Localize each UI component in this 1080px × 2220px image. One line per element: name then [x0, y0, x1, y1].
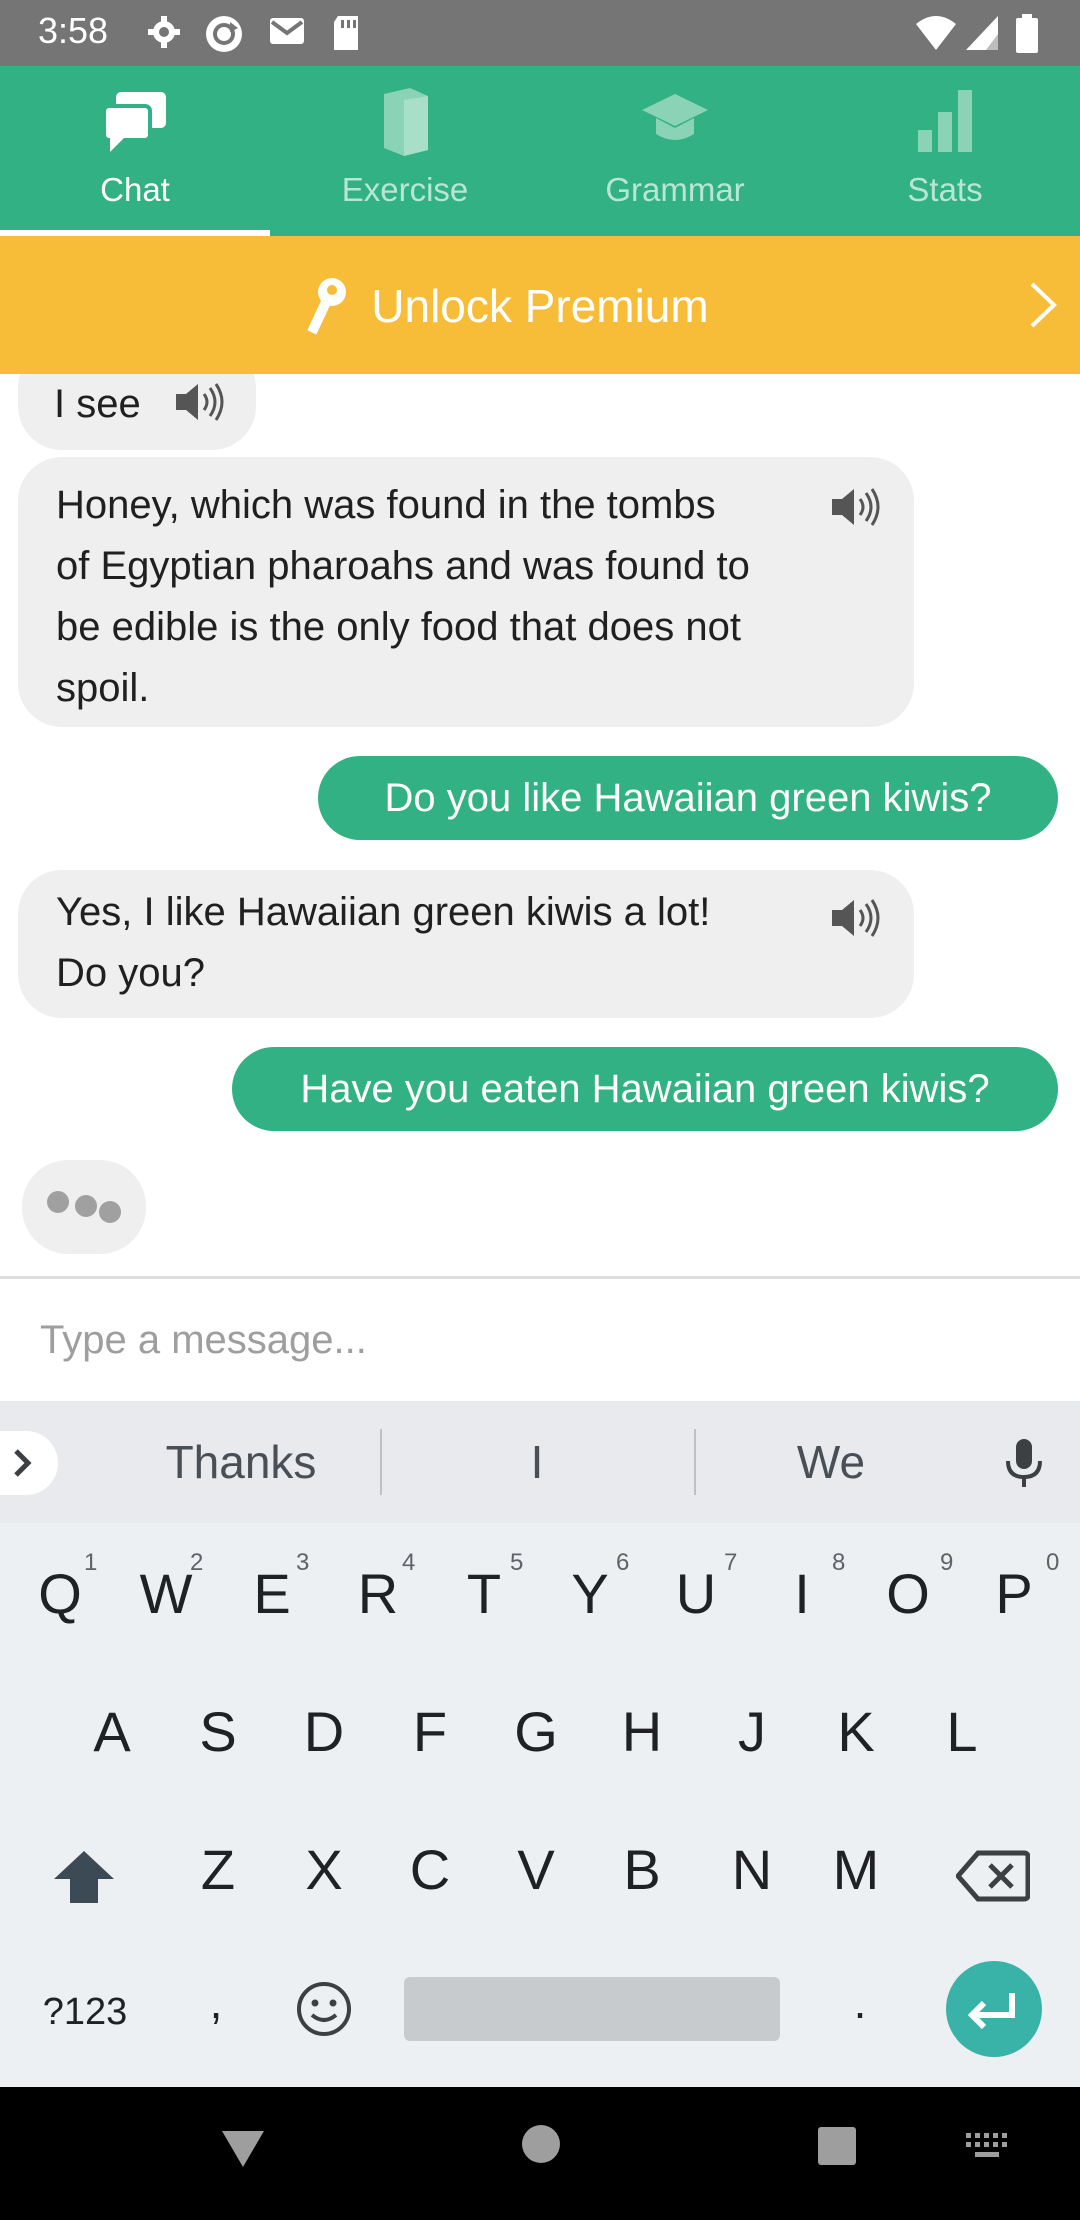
key-hint: 4: [402, 1549, 416, 1576]
key-hint: 6: [616, 1549, 630, 1576]
chat-icon: [102, 92, 166, 152]
message-text: Do you like Hawaiian green kiwis?: [384, 776, 992, 820]
unlock-premium-label: Unlock Premium: [371, 280, 709, 332]
key-hint: 1: [84, 1549, 98, 1576]
symbols-key[interactable]: ?123: [30, 1991, 140, 2034]
message-input[interactable]: [38, 1309, 1042, 1371]
shift-key[interactable]: [52, 1847, 116, 1907]
key-hint: 7: [724, 1549, 738, 1576]
enter-key[interactable]: [944, 1959, 1044, 2059]
key-l[interactable]: L: [922, 1699, 1002, 1764]
wifi-icon: [916, 16, 956, 50]
tab-chat[interactable]: Chat: [0, 66, 270, 236]
key-s[interactable]: S: [178, 1699, 258, 1764]
space-key[interactable]: [404, 1977, 780, 2041]
unlock-premium-banner[interactable]: Unlock Premium: [0, 236, 1080, 374]
book-icon: [384, 88, 428, 156]
period-key[interactable]: .: [840, 1975, 880, 2029]
back-icon[interactable]: [218, 2123, 268, 2173]
key-d[interactable]: D: [284, 1699, 364, 1764]
key-h[interactable]: H: [602, 1699, 682, 1764]
tab-label: Stats: [907, 171, 983, 208]
key-b[interactable]: B: [602, 1837, 682, 1902]
system-nav-bar: [0, 2087, 1080, 2220]
comma-key[interactable]: ,: [196, 1975, 236, 2029]
suggestion-item[interactable]: We: [686, 1435, 976, 1489]
typing-dots-icon: [47, 1191, 121, 1223]
user-message: Have you eaten Hawaiian green kiwis?: [232, 1047, 1058, 1131]
message-line: spoil.: [56, 666, 150, 710]
key-z[interactable]: Z: [178, 1837, 258, 1902]
bot-message: Honey, which was found in the tombs of E…: [18, 457, 914, 727]
message-line: of Egyptian pharoahs and was found to: [56, 544, 750, 588]
bar-chart-icon: [918, 90, 972, 152]
backspace-key[interactable]: [956, 1849, 1030, 1903]
message-text: I see: [54, 382, 141, 426]
status-bar: 3:58: [0, 0, 1080, 66]
mail-icon: [270, 18, 304, 44]
suggestion-item[interactable]: Thanks: [96, 1435, 386, 1489]
key-hint: 0: [1046, 1549, 1060, 1576]
status-time: 3:58: [38, 10, 109, 51]
speaker-icon[interactable]: [830, 485, 882, 529]
key-hint: 8: [832, 1549, 846, 1576]
tab-bar: Chat Exercise Grammar Stats: [0, 66, 1080, 236]
key-m[interactable]: M: [816, 1837, 896, 1902]
bot-message: I see: [18, 374, 256, 450]
key-n[interactable]: N: [712, 1837, 792, 1902]
keyboard-switch-icon[interactable]: [964, 2131, 1010, 2161]
message-line: be edible is the only food that does not: [56, 605, 741, 649]
sd-card-icon: [334, 16, 358, 50]
composer: [0, 1279, 1080, 1401]
bot-message: Yes, I like Hawaiian green kiwis a lot! …: [18, 870, 914, 1018]
suggestion-item[interactable]: I: [392, 1435, 682, 1489]
key-x[interactable]: X: [284, 1837, 364, 1902]
expand-toolbar-button[interactable]: [0, 1431, 58, 1495]
tab-exercise[interactable]: Exercise: [270, 66, 540, 236]
tab-label: Exercise: [341, 171, 469, 208]
key-hint: 3: [296, 1549, 310, 1576]
recents-icon[interactable]: [816, 2125, 858, 2167]
cell-signal-icon: [966, 16, 998, 50]
user-message: Do you like Hawaiian green kiwis?: [318, 756, 1058, 840]
graduation-cap-icon: [642, 94, 708, 140]
emoji-icon[interactable]: [294, 1979, 354, 2039]
tab-label: Grammar: [605, 171, 745, 208]
key-g[interactable]: G: [496, 1699, 576, 1764]
key-v[interactable]: V: [496, 1837, 576, 1902]
home-icon[interactable]: [520, 2123, 562, 2165]
microphone-icon[interactable]: [1004, 1437, 1044, 1489]
chevron-right-icon: [1030, 282, 1057, 328]
suggestion-strip: Thanks I We: [0, 1401, 1080, 1523]
message-line: Yes, I like Hawaiian green kiwis a lot!: [56, 890, 711, 934]
key-hint: 5: [510, 1549, 524, 1576]
tab-grammar[interactable]: Grammar: [540, 66, 810, 236]
key-o[interactable]: O: [868, 1561, 948, 1626]
keyboard: Thanks I We Q W E R T Y U I O P 1 2 3 4 …: [0, 1401, 1080, 2087]
speaker-icon[interactable]: [174, 380, 226, 424]
key-hint: 2: [190, 1549, 204, 1576]
settings-icon: [148, 16, 180, 48]
key-f[interactable]: F: [390, 1699, 470, 1764]
message-line: Honey, which was found in the tombs: [56, 483, 716, 527]
key-j[interactable]: J: [712, 1699, 792, 1764]
typing-indicator: [22, 1160, 146, 1254]
battery-icon: [1016, 14, 1038, 53]
key-i[interactable]: I: [762, 1561, 842, 1626]
chat-messages: I see Honey, which was found in the tomb…: [0, 374, 1080, 1276]
tab-stats[interactable]: Stats: [810, 66, 1080, 236]
suggestion-separator: [380, 1429, 382, 1495]
key-k[interactable]: K: [816, 1699, 896, 1764]
key-p[interactable]: P: [974, 1561, 1054, 1626]
key-hint: 9: [940, 1549, 954, 1576]
sync-icon: [206, 16, 242, 52]
key-a[interactable]: A: [72, 1699, 152, 1764]
speaker-icon[interactable]: [830, 896, 882, 940]
message-text: Have you eaten Hawaiian green kiwis?: [300, 1067, 990, 1111]
tab-label: Chat: [100, 171, 170, 208]
message-line: Do you?: [56, 951, 205, 995]
key-c[interactable]: C: [390, 1837, 470, 1902]
